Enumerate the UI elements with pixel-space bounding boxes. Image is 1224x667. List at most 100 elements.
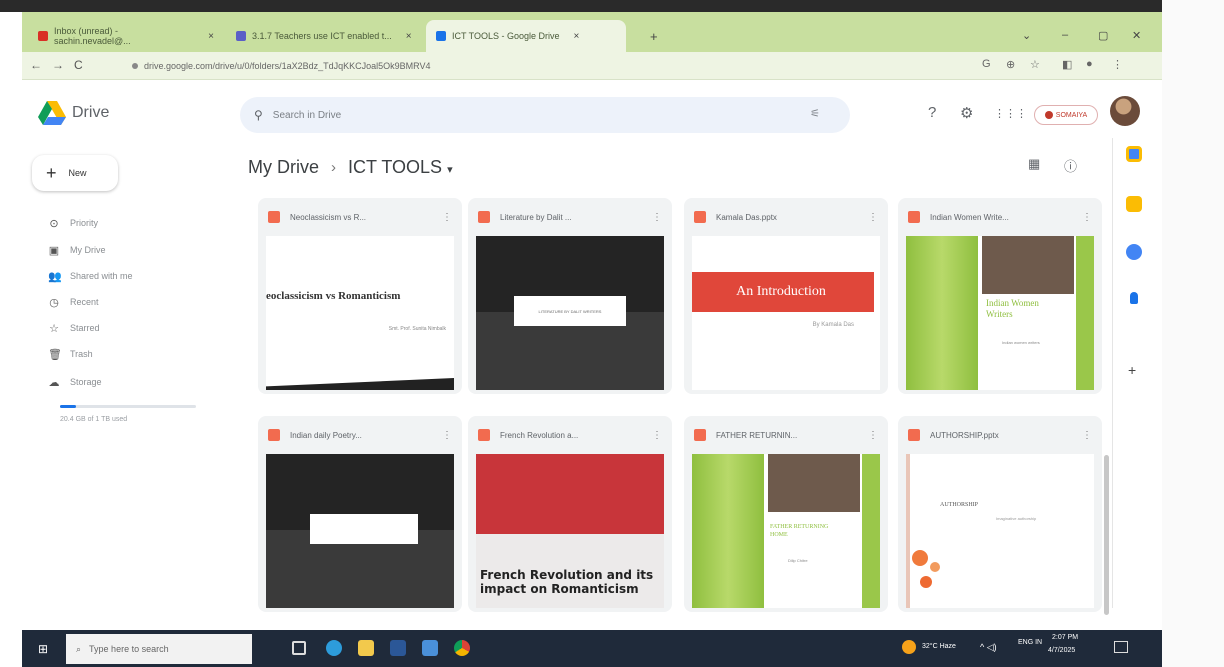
breadcrumb: My Drive › ICT TOOLS ▾ [248, 157, 453, 178]
clock-time[interactable]: 2:07 PM [1052, 634, 1078, 641]
breadcrumb-my-drive[interactable]: My Drive [248, 157, 319, 178]
more-options-icon[interactable]: ⋮ [1082, 430, 1092, 441]
weather-text[interactable]: 32°C Haze [922, 643, 956, 650]
edge-icon[interactable] [326, 640, 342, 656]
file-card[interactable]: AUTHORSHIP.pptx ⋮ AUTHORSHIP Imaginative… [898, 416, 1102, 612]
file-name: AUTHORSHIP.pptx [930, 430, 999, 440]
file-name: Literature by Dalit ... [500, 212, 572, 222]
search-input[interactable]: ⚲ Search in Drive ⚟ [240, 97, 850, 133]
file-card[interactable]: Indian daily Poetry... ⋮ [258, 416, 462, 612]
chevron-down-icon[interactable]: ⌄ [1022, 29, 1031, 42]
sidepanel-icon[interactable]: ◧ [1062, 58, 1072, 71]
chrome-icon[interactable] [454, 640, 470, 656]
maximize-icon[interactable]: ▢ [1098, 29, 1108, 42]
cloud-icon: ☁ [48, 376, 60, 389]
drive-title: Drive [72, 104, 110, 121]
apps-grid-icon[interactable]: ⋮⋮⋮ [994, 107, 1027, 120]
file-thumbnail: eoclassicism vs Romanticism Smt. Prof. S… [266, 236, 454, 390]
clock-icon: ◷ [49, 296, 59, 309]
tab-label: 3.1.7 Teachers use ICT enabled t... [252, 31, 392, 41]
sidebar-item-label: Priority [70, 218, 99, 228]
file-card[interactable]: French Revolution a... ⋮ French Revoluti… [468, 416, 672, 612]
sidebar-item-storage[interactable]: ☁ Storage [48, 372, 102, 392]
back-icon[interactable]: ← [30, 58, 42, 72]
task-view-icon[interactable] [292, 641, 306, 655]
grid-view-icon[interactable]: ▦ [1028, 156, 1040, 172]
slide-decoration [1076, 236, 1094, 390]
shared-people-icon: 👥 [48, 270, 62, 283]
keep-icon[interactable] [1126, 196, 1142, 212]
add-addon-icon[interactable]: + [1128, 362, 1136, 378]
windows-start-icon[interactable]: ⊞ [38, 642, 48, 656]
close-window-icon[interactable]: ✕ [1132, 29, 1141, 42]
thumbnail-title: Indian Women Writers [986, 298, 1039, 319]
star-icon[interactable]: ☆ [1030, 58, 1040, 71]
file-name: Kamala Das.pptx [716, 212, 777, 222]
org-name: SOMAIYA [1055, 111, 1088, 119]
url-field[interactable]: drive.google.com/drive/u/0/folders/1aX2B… [132, 56, 1032, 76]
search-options-icon[interactable]: ⚟ [810, 107, 820, 120]
more-options-icon[interactable]: ⋮ [652, 212, 662, 223]
close-icon[interactable]: × [406, 31, 412, 42]
sidebar-item-my-drive[interactable]: ▣ My Drive [48, 240, 106, 260]
avatar[interactable] [1110, 96, 1140, 126]
more-options-icon[interactable]: ⋮ [868, 430, 878, 441]
file-card[interactable]: Literature by Dalit ... ⋮ LITERATURE BY … [468, 198, 672, 394]
organization-badge[interactable]: SOMAIYA [1034, 105, 1098, 125]
profile-icon[interactable]: ● [1086, 58, 1093, 70]
language-indicator[interactable]: ENG IN [1018, 638, 1044, 647]
reload-icon[interactable]: C [74, 58, 83, 72]
close-icon[interactable]: × [208, 31, 214, 42]
breadcrumb-current-folder[interactable]: ICT TOOLS ▾ [348, 157, 453, 178]
google-lens-icon[interactable]: G [982, 58, 991, 70]
file-thumbnail [266, 454, 454, 608]
more-options-icon[interactable]: ⋮ [652, 430, 662, 441]
more-options-icon[interactable]: ⋮ [442, 212, 452, 223]
notifications-icon[interactable] [1114, 641, 1128, 653]
word-icon[interactable] [390, 640, 406, 656]
tab-teachers-ict[interactable]: 3.1.7 Teachers use ICT enabled t... × [226, 20, 422, 52]
help-icon[interactable]: ? [928, 104, 936, 121]
storage-usage-text: 20.4 GB of 1 TB used [60, 416, 128, 423]
content-scrollbar[interactable] [1104, 455, 1109, 615]
more-options-icon[interactable]: ⋮ [442, 430, 452, 441]
sidebar-item-trash[interactable]: 🗑 Trash [48, 344, 93, 364]
sidebar-item-shared[interactable]: 👥 Shared with me [48, 266, 133, 286]
sidebar-item-starred[interactable]: ☆ Starred [48, 318, 99, 338]
contacts-icon[interactable] [1130, 292, 1138, 304]
more-options-icon[interactable]: ⋮ [1082, 212, 1092, 223]
file-card[interactable]: Indian Women Write... ⋮ Indian Women Wri… [898, 198, 1102, 394]
tray-icons[interactable]: ^ ◁) [980, 642, 997, 653]
new-tab-button[interactable]: + [650, 29, 658, 44]
more-options-icon[interactable]: ⋮ [868, 212, 878, 223]
windows-taskbar: ⊞ ⌕ Type here to search 32°C Haze ^ ◁) E… [22, 630, 1162, 667]
my-drive-icon: ▣ [48, 244, 60, 257]
sidebar-item-recent[interactable]: ◷ Recent [48, 292, 98, 312]
sidebar-item-priority[interactable]: ⊙ Priority [48, 213, 98, 233]
taskbar-search-input[interactable]: ⌕ Type here to search [66, 634, 252, 664]
store-icon[interactable] [422, 640, 438, 656]
close-icon[interactable]: × [574, 31, 580, 42]
translate-icon[interactable]: ⊕ [1006, 58, 1015, 71]
file-explorer-icon[interactable] [358, 640, 374, 656]
tasks-icon[interactable] [1126, 244, 1142, 260]
sidebar-item-label: My Drive [70, 245, 106, 255]
search-icon: ⌕ [76, 643, 82, 654]
browser-menu-icon[interactable]: ⋮ [1112, 58, 1123, 71]
address-bar: ← → C drive.google.com/drive/u/0/folders… [22, 52, 1162, 80]
clock-date[interactable]: 4/7/2025 [1048, 647, 1075, 654]
settings-gear-icon[interactable]: ⚙ [960, 104, 973, 122]
new-button[interactable]: + New [32, 155, 118, 191]
file-card[interactable]: Neoclassicism vs R... ⋮ eoclassicism vs … [258, 198, 462, 394]
thumbnail-title: French Revolution and its impact on Roma… [480, 568, 654, 597]
forward-icon[interactable]: → [52, 58, 64, 72]
minimize-icon[interactable]: – [1062, 29, 1068, 41]
tab-ict-tools[interactable]: ICT TOOLS - Google Drive × [426, 20, 626, 52]
drive-logo-icon[interactable] [38, 100, 66, 126]
sidebar-item-label: Trash [70, 349, 93, 359]
file-card[interactable]: Kamala Das.pptx ⋮ An Introduction By Kam… [684, 198, 888, 394]
calendar-icon[interactable] [1126, 146, 1142, 162]
info-icon[interactable]: ⓘ [1064, 156, 1077, 175]
tab-inbox[interactable]: Inbox (unread) - sachin.nevadel@... × [28, 20, 224, 52]
file-card[interactable]: FATHER RETURNIN... ⋮ FATHER RETURNING HO… [684, 416, 888, 612]
